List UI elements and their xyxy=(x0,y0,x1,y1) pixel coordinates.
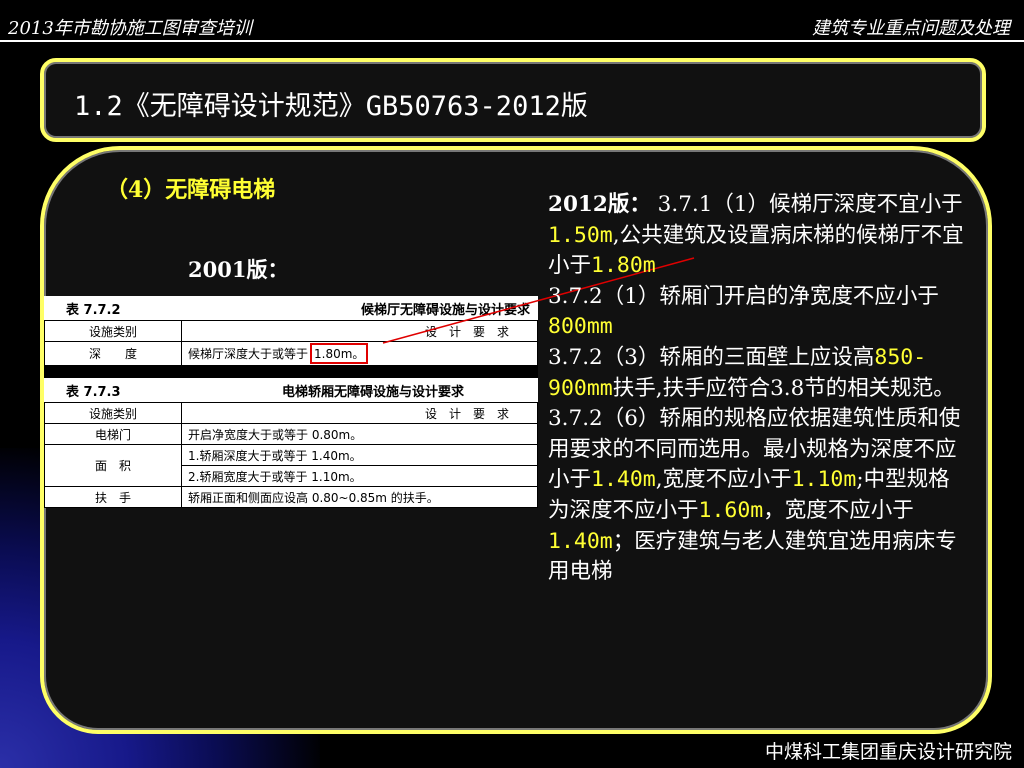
text-segment: 3.7.2（1）轿厢门开启的净宽度不应小于 xyxy=(548,283,939,309)
highlight-value: 1.50m xyxy=(548,222,613,248)
highlight-value: 800mm xyxy=(548,314,613,340)
footer-org-name: 中煤科工集团重庆设计研究院 xyxy=(764,741,1012,763)
text-segment: ,宽度不应小于 xyxy=(655,467,792,493)
highlight-value: 1.40m xyxy=(591,467,656,493)
version-2012-text: 2012版： 3.7.1（1）候梯厅深度不宜小于1.50m,公共建筑及设置病床梯… xyxy=(548,190,968,588)
text-segment: ，宽度不应小于 xyxy=(763,497,914,523)
text-segment: 3.7.1（1）候梯厅深度不宜小于 xyxy=(650,192,963,217)
text-segment: 扶手,扶手应符合3.8节的相关规范。 xyxy=(612,375,955,401)
highlight-value: 1.40m xyxy=(548,528,613,554)
highlight-value: 1.10m xyxy=(791,467,857,493)
highlight-value: 1.80m xyxy=(591,253,656,279)
version-2012-label: 2012版： xyxy=(548,192,651,217)
text-segment: 3.7.2（3）轿厢的三面壁上应设高 xyxy=(548,344,875,370)
highlight-value: 1.60m xyxy=(698,497,764,523)
